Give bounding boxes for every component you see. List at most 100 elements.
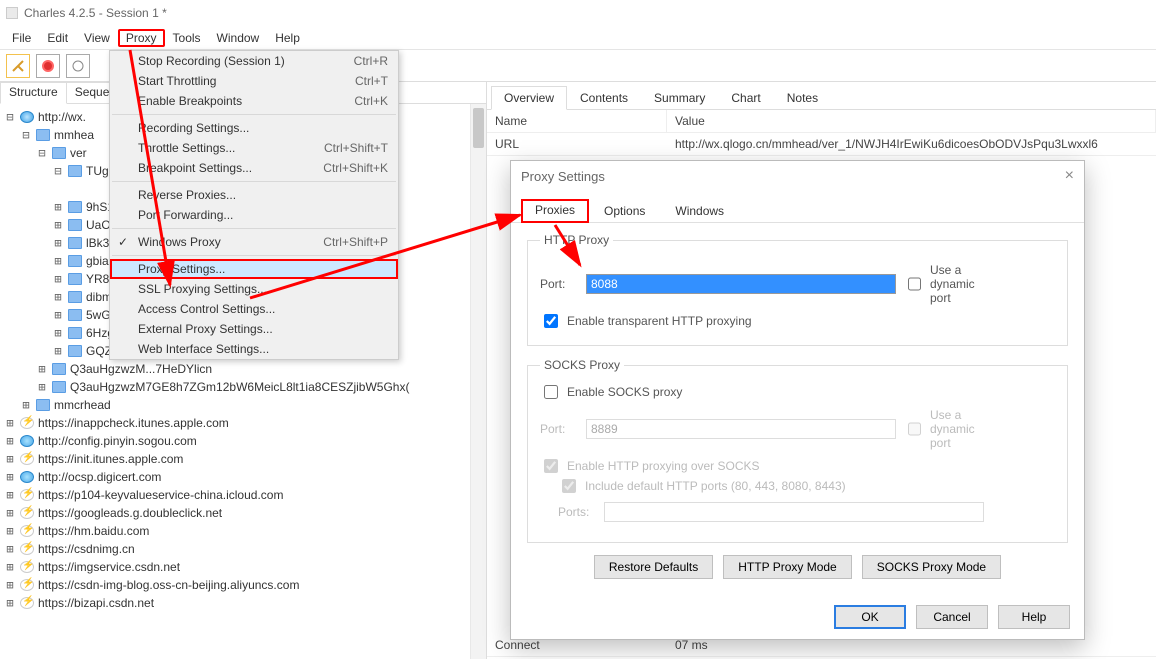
toolbar-record-button[interactable] — [36, 54, 60, 78]
dialog-body: HTTP Proxy Port: Use a dynamic port Enab… — [511, 223, 1084, 595]
host-icon — [20, 525, 34, 537]
tab-overview[interactable]: Overview — [491, 86, 567, 110]
menu-separator — [112, 255, 396, 256]
host-icon — [20, 543, 34, 555]
host-icon — [20, 507, 34, 519]
col-value: Value — [667, 110, 1156, 132]
http-transparent-checkbox[interactable]: Enable transparent HTTP proxying — [540, 311, 1055, 331]
menu-proxy[interactable]: Proxy — [118, 29, 165, 47]
broom-icon — [11, 59, 25, 73]
tab-summary[interactable]: Summary — [641, 86, 718, 109]
host-icon — [20, 453, 34, 465]
http-proxy-mode-button[interactable]: HTTP Proxy Mode — [723, 555, 851, 579]
http-port-label: Port: — [540, 277, 578, 291]
globe-icon — [20, 111, 34, 123]
folder-icon — [36, 399, 50, 411]
dialog-tabs: Proxies Options Windows — [511, 191, 1084, 223]
tree-item: Q3auHgzwzM7GE8h7ZGm12bW6MeicL8lt1ia8CESZ… — [70, 380, 409, 394]
tree-host: http://ocsp.digicert.com — [38, 470, 161, 484]
tree-host: https://inappcheck.itunes.apple.com — [38, 416, 229, 430]
http-dynamic-port-checkbox[interactable]: Use a dynamic port — [904, 263, 942, 305]
menu-view[interactable]: View — [76, 29, 118, 47]
menu-recording-settings[interactable]: Recording Settings... — [110, 118, 398, 138]
toolbar-other-button[interactable] — [66, 54, 90, 78]
tab-options[interactable]: Options — [589, 199, 660, 222]
tree-item: ver — [70, 146, 87, 160]
right-tabs: Overview Contents Summary Chart Notes — [487, 82, 1156, 110]
tree-host: https://hm.baidu.com — [38, 524, 149, 538]
cancel-button[interactable]: Cancel — [916, 605, 988, 629]
socks-proxy-group: SOCKS Proxy Enable SOCKS proxy Port: Use… — [527, 358, 1068, 543]
app-icon — [6, 7, 18, 19]
restore-defaults-button[interactable]: Restore Defaults — [594, 555, 713, 579]
menu-access-control-settings[interactable]: Access Control Settings... — [110, 299, 398, 319]
toolbar-broom-button[interactable] — [6, 54, 30, 78]
folder-icon — [52, 147, 66, 159]
menu-tools[interactable]: Tools — [165, 29, 209, 47]
menu-help[interactable]: Help — [267, 29, 308, 47]
host-icon — [20, 417, 34, 429]
menu-window[interactable]: Window — [209, 29, 268, 47]
socks-enable-checkbox[interactable]: Enable SOCKS proxy — [540, 382, 1055, 402]
window-titlebar: Charles 4.2.5 - Session 1 * — [0, 0, 1156, 26]
tree-host: https://init.itunes.apple.com — [38, 452, 183, 466]
folder-icon — [68, 327, 82, 339]
cell-name: URL — [487, 133, 667, 155]
folder-icon — [68, 309, 82, 321]
menu-separator — [112, 114, 396, 115]
cell-value: http://wx.qlogo.cn/mmhead/ver_1/NWJH4IrE… — [667, 133, 1156, 155]
http-port-input[interactable] — [586, 274, 896, 294]
folder-icon — [68, 165, 82, 177]
socks-dynamic-port-checkbox: Use a dynamic port — [904, 408, 942, 450]
tree-scrollbar[interactable] — [470, 104, 486, 659]
dialog-mode-buttons: Restore Defaults HTTP Proxy Mode SOCKS P… — [525, 555, 1070, 579]
menu-reverse-proxies[interactable]: Reverse Proxies... — [110, 185, 398, 205]
tree-host: http://config.pinyin.sogou.com — [38, 434, 197, 448]
socks-port-input — [586, 419, 896, 439]
menu-start-throttling[interactable]: Start ThrottlingCtrl+T — [110, 71, 398, 91]
menu-ssl-proxying-settings[interactable]: SSL Proxying Settings... — [110, 279, 398, 299]
folder-icon — [52, 381, 66, 393]
host-icon — [20, 597, 34, 609]
help-button[interactable]: Help — [998, 605, 1070, 629]
folder-icon — [68, 255, 82, 267]
menu-port-forwarding[interactable]: Port Forwarding... — [110, 205, 398, 225]
tab-proxies[interactable]: Proxies — [521, 199, 589, 223]
menu-edit[interactable]: Edit — [39, 29, 76, 47]
socks-include-ports-checkbox: Include default HTTP ports (80, 443, 808… — [540, 476, 1055, 496]
menu-breakpoint-settings[interactable]: Breakpoint Settings...Ctrl+Shift+K — [110, 158, 398, 178]
socks-proxy-mode-button[interactable]: SOCKS Proxy Mode — [862, 555, 1001, 579]
overview-table-header: Name Value — [487, 110, 1156, 133]
tab-structure[interactable]: Structure — [0, 82, 67, 104]
ok-button[interactable]: OK — [834, 605, 906, 629]
tab-contents[interactable]: Contents — [567, 86, 641, 109]
http-proxy-group: HTTP Proxy Port: Use a dynamic port Enab… — [527, 233, 1068, 346]
tool-icon — [71, 59, 85, 73]
menu-enable-breakpoints[interactable]: Enable BreakpointsCtrl+K — [110, 91, 398, 111]
dialog-titlebar: Proxy Settings × — [511, 161, 1084, 191]
dialog-title: Proxy Settings — [521, 169, 605, 184]
menu-windows-proxy[interactable]: Windows ProxyCtrl+Shift+P — [110, 232, 398, 252]
menu-throttle-settings[interactable]: Throttle Settings...Ctrl+Shift+T — [110, 138, 398, 158]
tab-notes[interactable]: Notes — [774, 86, 831, 109]
close-icon[interactable]: × — [1065, 167, 1074, 185]
tab-chart[interactable]: Chart — [718, 86, 773, 109]
socks-ports-label: Ports: — [558, 505, 596, 519]
tab-windows[interactable]: Windows — [660, 199, 739, 222]
menu-web-interface-settings[interactable]: Web Interface Settings... — [110, 339, 398, 359]
window-title: Charles 4.2.5 - Session 1 * — [24, 6, 167, 20]
tree-host: https://csdnimg.cn — [38, 542, 135, 556]
folder-icon — [68, 219, 82, 231]
tree-host: https://csdn-img-blog.oss-cn-beijing.ali… — [38, 578, 299, 592]
folder-icon — [68, 273, 82, 285]
menu-stop-recording[interactable]: Stop Recording (Session 1)Ctrl+R — [110, 51, 398, 71]
tree-host: https://imgservice.csdn.net — [38, 560, 180, 574]
overview-table-row[interactable]: URL http://wx.qlogo.cn/mmhead/ver_1/NWJH… — [487, 133, 1156, 156]
col-name: Name — [487, 110, 667, 132]
socks-ports-input — [604, 502, 984, 522]
proxy-menu-dropdown: Stop Recording (Session 1)Ctrl+R Start T… — [109, 50, 399, 360]
socks-http-over-checkbox: Enable HTTP proxying over SOCKS — [540, 456, 1055, 476]
menu-proxy-settings[interactable]: Proxy Settings... — [110, 259, 398, 279]
menu-file[interactable]: File — [4, 29, 39, 47]
menu-external-proxy-settings[interactable]: External Proxy Settings... — [110, 319, 398, 339]
